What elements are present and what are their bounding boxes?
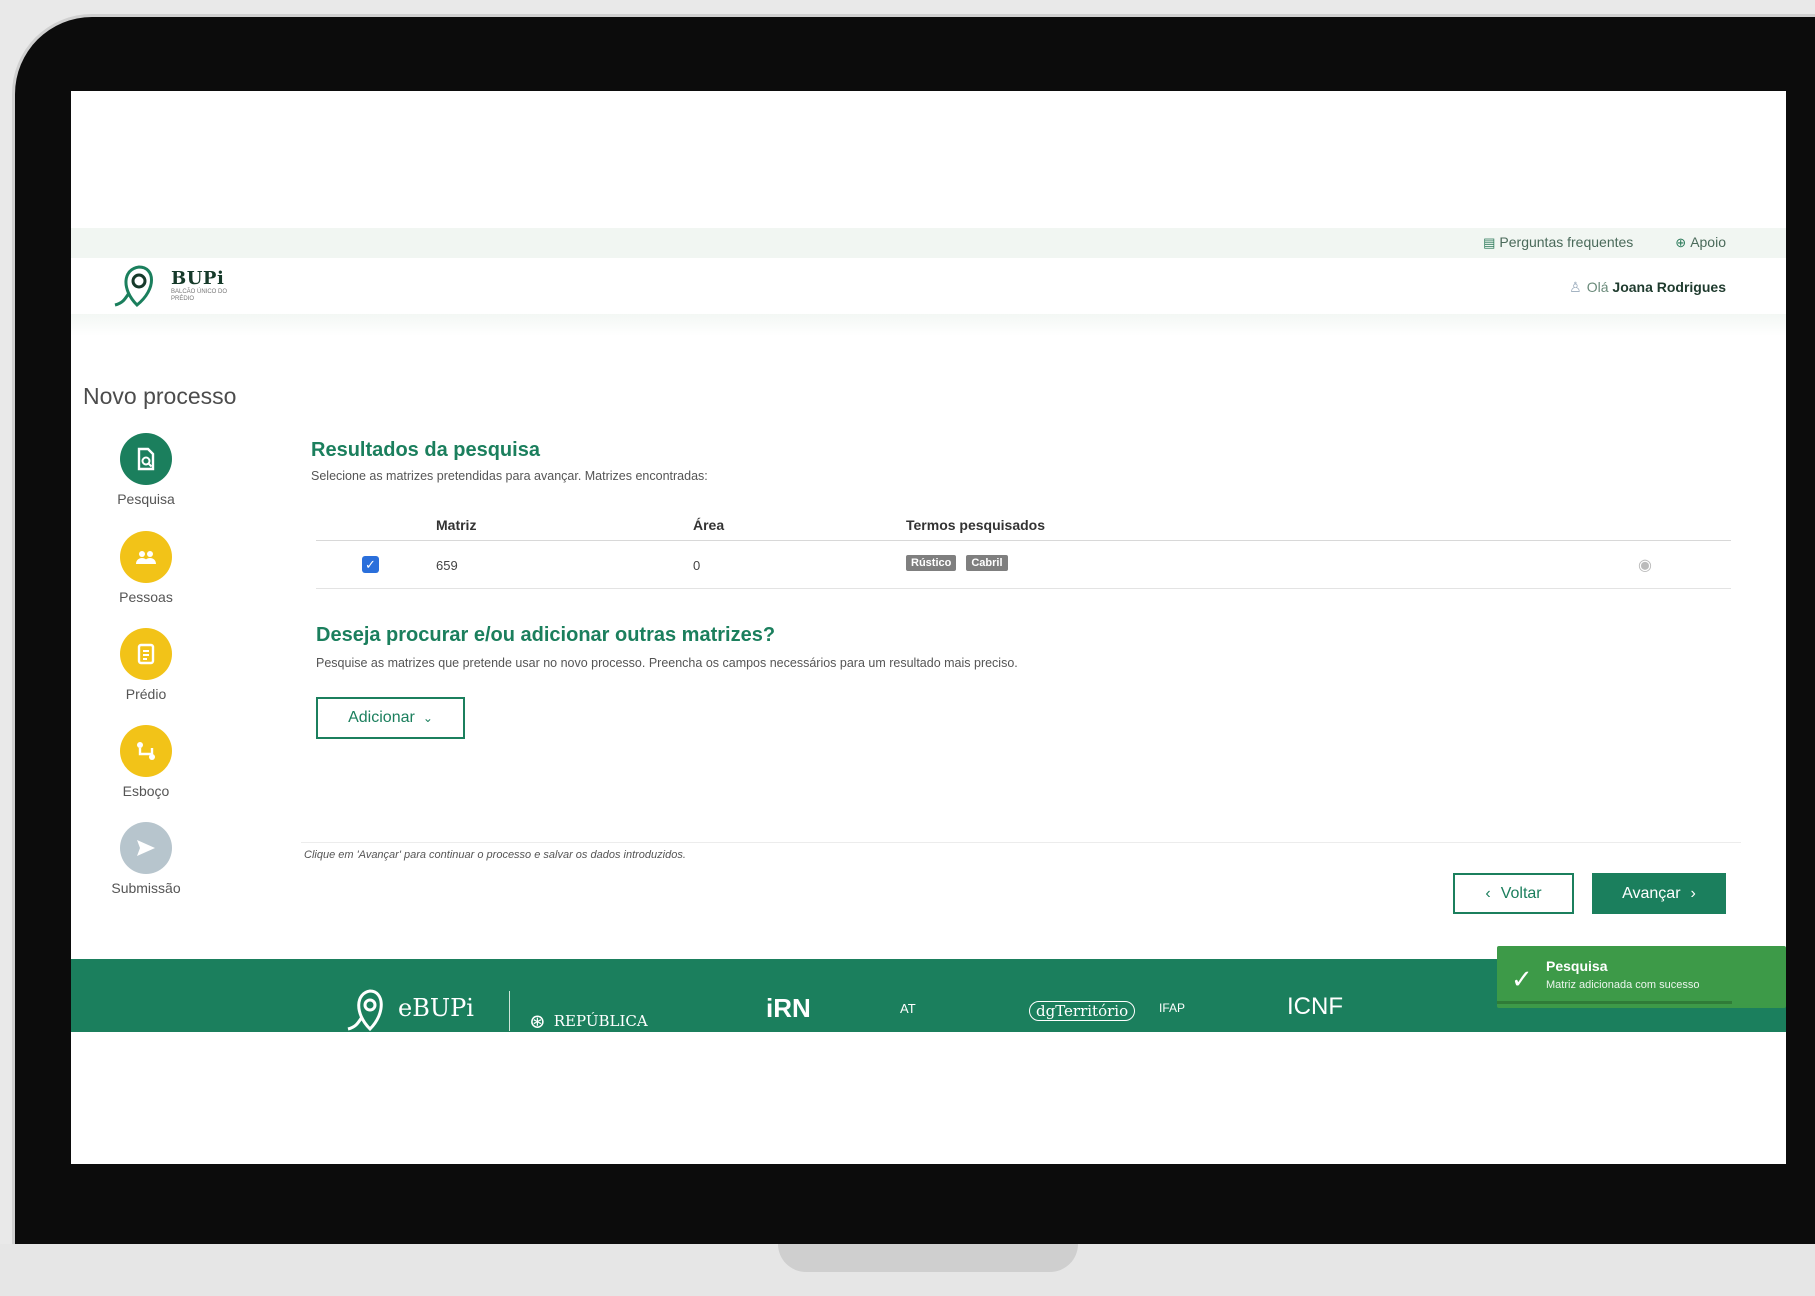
support-link[interactable]: ⊕ Apoio <box>1675 234 1726 251</box>
header <box>71 258 1786 314</box>
step-pesquisa[interactable]: Pesquisa <box>106 433 186 507</box>
partner-logo-irn: iRN <box>766 993 811 1023</box>
chat-icon: ▤ <box>1483 235 1496 250</box>
step-pessoas[interactable]: Pessoas <box>106 531 186 605</box>
partner-logo-icnf: ICNF <box>1287 993 1343 1020</box>
laptop-notch <box>778 1244 1078 1272</box>
chevron-left-icon: ‹ <box>1485 884 1491 902</box>
lifebuoy-icon: ⊕ <box>1675 235 1687 250</box>
send-icon <box>120 822 172 874</box>
top-links: ▤ Perguntas frequentes ⊕ Apoio <box>1483 234 1726 251</box>
partner-logo-at: AT <box>900 1001 916 1016</box>
chevron-right-icon: › <box>1690 884 1696 902</box>
user-greeting[interactable]: ♙ Olá Joana Rodrigues <box>1569 279 1726 296</box>
logo-subtitle: BALCÃO ÚNICO DO PRÉDIO <box>171 288 228 302</box>
column-area: Área <box>693 517 725 533</box>
back-button[interactable]: ‹ Voltar <box>1453 873 1574 914</box>
row-terms: Rústico Cabril <box>906 555 1008 571</box>
path-icon <box>120 725 172 777</box>
search-document-icon <box>120 433 172 485</box>
partner-logo-ifap: IFAP <box>1159 1001 1186 1015</box>
next-button[interactable]: Avançar › <box>1592 873 1726 914</box>
map-pin-icon <box>114 265 153 308</box>
toast-title: Pesquisa <box>1546 958 1608 974</box>
ebupi-logo: eBUPi <box>346 985 474 1031</box>
toast-message: Matriz adicionada com sucesso <box>1546 979 1700 991</box>
header-shadow <box>71 314 1786 336</box>
user-icon: ♙ <box>1569 279 1582 295</box>
success-toast[interactable]: ✓ Pesquisa Matriz adicionada com sucesso <box>1497 946 1786 1008</box>
emblem-icon: ⊛ <box>529 1009 546 1032</box>
chevron-down-icon: ⌄ <box>422 711 433 725</box>
add-section-title: Deseja procurar e/ou adicionar outras ma… <box>316 624 776 646</box>
column-matriz: Matriz <box>436 517 477 533</box>
divider <box>301 842 1741 843</box>
page-title: Novo processo <box>83 383 237 409</box>
people-icon <box>120 531 172 583</box>
step-esboco[interactable]: Esboço <box>106 725 186 799</box>
logo-title: BUPi <box>171 267 225 289</box>
check-icon: ✓ <box>1511 964 1533 994</box>
footer-separator <box>509 991 510 1031</box>
term-tag: Cabril <box>966 555 1008 571</box>
row-matriz: 659 <box>436 558 458 573</box>
table-row: ✓ 659 0 Rústico Cabril ◉ <box>316 551 1731 589</box>
partner-logo-dgterritorio: dgTerritório <box>1029 1001 1136 1021</box>
results-subtitle: Selecione as matrizes pretendidas para a… <box>311 469 708 483</box>
republic-logo: ⊛ REPÚBLICA <box>529 1009 648 1032</box>
row-checkbox[interactable]: ✓ <box>362 556 379 573</box>
faq-link[interactable]: ▤ Perguntas frequentes <box>1483 234 1633 251</box>
step-submissao: Submissão <box>106 822 186 896</box>
step-predio[interactable]: Prédio <box>106 628 186 702</box>
eye-icon[interactable]: ◉ <box>1638 555 1652 575</box>
term-tag: Rústico <box>906 555 957 571</box>
app-screen: ▤ Perguntas frequentes ⊕ Apoio BUPi BALCÃO… <box>71 91 1786 1164</box>
results-table-header: Matriz Área Termos pesquisados <box>316 511 1731 541</box>
nav-hint: Clique em 'Avançar' para continuar o pro… <box>304 849 686 861</box>
document-icon <box>120 628 172 680</box>
row-area: 0 <box>693 558 701 573</box>
results-title: Resultados da pesquisa <box>311 439 540 461</box>
user-name: Joana Rodrigues <box>1612 279 1726 295</box>
column-termos: Termos pesquisados <box>906 517 1046 533</box>
bupi-logo[interactable]: BUPi BALCÃO ÚNICO DO PRÉDIO <box>111 259 231 311</box>
add-button[interactable]: Adicionar ⌄ <box>316 697 465 739</box>
map-pin-icon <box>347 989 383 1031</box>
toast-progress <box>1497 1001 1732 1004</box>
add-section-subtitle: Pesquise as matrizes que pretende usar n… <box>316 656 1018 670</box>
